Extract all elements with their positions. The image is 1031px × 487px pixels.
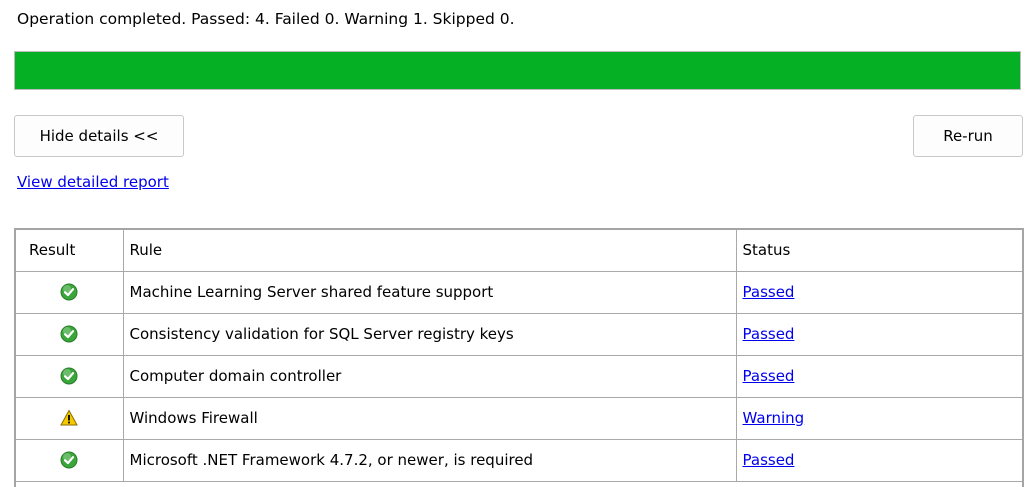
warning-triangle-icon: [60, 409, 79, 427]
hide-details-button[interactable]: Hide details <<: [14, 115, 184, 157]
rule-cell: Windows Firewall: [122, 396, 737, 440]
rule-cell: Computer domain controller: [122, 354, 737, 398]
status-link[interactable]: Passed: [743, 283, 795, 301]
rule-cell: Microsoft .NET Framework 4.7.2, or newer…: [122, 438, 737, 482]
result-cell: [16, 438, 124, 482]
status-cell: Passed: [735, 354, 1022, 398]
progress-bar-fill: [15, 52, 1020, 89]
rules-table: Result Rule Status Machine Learning Serv…: [16, 230, 1022, 482]
rule-cell: Machine Learning Server shared feature s…: [122, 270, 737, 314]
status-link[interactable]: Warning: [743, 409, 805, 427]
operation-summary: Operation completed. Passed: 4. Failed 0…: [17, 10, 515, 28]
table-row: Computer domain controller Passed: [16, 354, 1022, 398]
status-link[interactable]: Passed: [743, 367, 795, 385]
result-cell: [16, 396, 124, 440]
passed-check-icon: [60, 283, 78, 301]
header-rule: Rule: [122, 230, 737, 272]
status-link[interactable]: Passed: [743, 451, 795, 469]
result-cell: [16, 270, 124, 314]
status-cell: Warning: [735, 396, 1022, 440]
table-row: Microsoft .NET Framework 4.7.2, or newer…: [16, 438, 1022, 482]
result-cell: [16, 312, 124, 356]
header-status: Status: [735, 230, 1022, 272]
progress-bar: [14, 51, 1021, 90]
header-result: Result: [16, 230, 124, 272]
status-link[interactable]: Passed: [743, 325, 795, 343]
passed-check-icon: [60, 451, 78, 469]
table-header-row: Result Rule Status: [16, 230, 1022, 272]
rules-grid: Result Rule Status Machine Learning Serv…: [14, 228, 1024, 487]
result-cell: [16, 354, 124, 398]
table-row: Windows Firewall Warning: [16, 396, 1022, 440]
passed-check-icon: [60, 325, 78, 343]
passed-check-icon: [60, 367, 78, 385]
status-cell: Passed: [735, 438, 1022, 482]
table-row: Consistency validation for SQL Server re…: [16, 312, 1022, 356]
rerun-button[interactable]: Re-run: [913, 115, 1023, 157]
view-detailed-report-link[interactable]: View detailed report: [17, 173, 169, 191]
rule-cell: Consistency validation for SQL Server re…: [122, 312, 737, 356]
status-cell: Passed: [735, 270, 1022, 314]
table-row: Machine Learning Server shared feature s…: [16, 270, 1022, 314]
status-cell: Passed: [735, 312, 1022, 356]
